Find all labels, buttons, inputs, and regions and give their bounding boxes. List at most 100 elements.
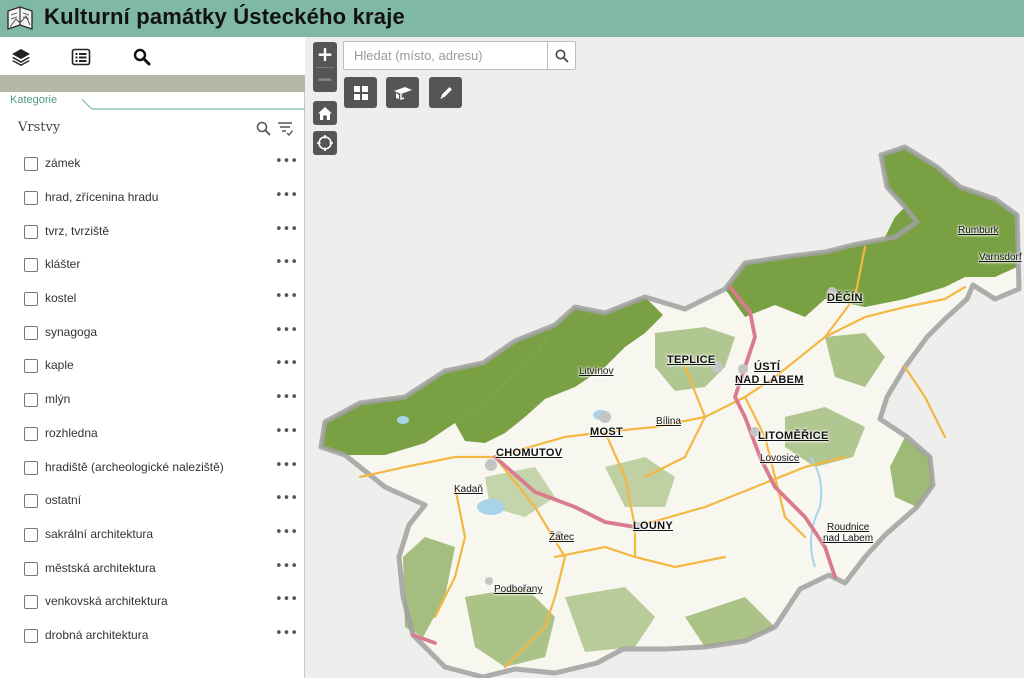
layer-checkbox[interactable] (24, 461, 38, 475)
zoom-in-button[interactable]: + (313, 42, 337, 67)
layer-checkbox[interactable] (24, 393, 38, 407)
tab-kategorie[interactable]: Kategorie (0, 92, 82, 110)
layer-checkbox[interactable] (24, 225, 38, 239)
layer-label: tvrz, tvrziště (45, 224, 110, 238)
layer-checkbox[interactable] (24, 528, 38, 542)
place-label[interactable]: Varnsdorf (979, 252, 1022, 263)
book-map-logo-icon (7, 6, 33, 30)
search-icon[interactable] (130, 45, 154, 69)
app-title: Kulturní památky Ústeckého kraje (44, 4, 405, 29)
sidebar-panel: Kategorie Vrstvy zámek ••• hrad, zřícenin… (0, 37, 305, 678)
map-search-box (343, 41, 576, 70)
layer-item[interactable]: hradiště (archeologické naleziště) ••• (0, 450, 305, 484)
layer-item[interactable]: drobná architektura ••• (0, 618, 305, 652)
layer-label: zámek (45, 156, 81, 170)
layer-checkbox[interactable] (24, 326, 38, 340)
legend-list-icon[interactable] (69, 45, 93, 69)
place-label[interactable]: MOST (590, 426, 623, 438)
place-label[interactable]: LOUNY (633, 520, 673, 532)
place-label[interactable]: TEPLICE (667, 354, 716, 366)
place-label[interactable]: Litvínov (579, 366, 613, 377)
place-label[interactable]: NAD LABEM (735, 374, 804, 386)
layer-options-button[interactable]: ••• (275, 559, 298, 574)
layer-checkbox[interactable] (24, 562, 38, 576)
layer-options-button[interactable]: ••• (275, 289, 298, 304)
place-label[interactable]: Roudnice (827, 522, 869, 533)
layer-options-button[interactable]: ••• (275, 390, 298, 405)
layer-filter-icon[interactable] (277, 120, 293, 136)
map-view[interactable]: Rumburk Varnsdorf DĚČÍN TEPLICE ÚSTÍ NAD… (305, 37, 1024, 678)
layer-item[interactable]: sakrální architektura ••• (0, 517, 305, 551)
place-label[interactable]: Rumburk (958, 225, 999, 236)
search-icon (555, 49, 569, 63)
layer-label: ostatní (45, 493, 82, 507)
place-label[interactable]: nad Labem (823, 533, 873, 544)
layer-options-button[interactable]: ••• (275, 356, 298, 371)
layer-checkbox[interactable] (24, 595, 38, 609)
layer-checkbox[interactable] (24, 258, 38, 272)
place-label[interactable]: Kadaň (454, 484, 483, 495)
zoom-out-button[interactable]: − (313, 67, 337, 92)
layer-item[interactable]: zámek ••• (0, 146, 305, 180)
layer-options-button[interactable]: ••• (275, 458, 298, 473)
layer-label: drobná architektura (45, 628, 149, 642)
layer-item[interactable]: klášter ••• (0, 247, 305, 281)
layer-options-button[interactable]: ••• (275, 592, 298, 607)
layer-label: venkovská architektura (45, 594, 168, 608)
layer-item[interactable]: kostel ••• (0, 281, 305, 315)
place-label[interactable]: Podbořany (494, 584, 542, 595)
layer-item[interactable]: synagoga ••• (0, 315, 305, 349)
layer-options-button[interactable]: ••• (275, 525, 298, 540)
layers-icon[interactable] (9, 45, 33, 69)
layer-checkbox[interactable] (24, 359, 38, 373)
layer-item[interactable]: venkovská architektura ••• (0, 584, 305, 618)
app-root: Kulturní památky Ústeckého kraje Kategor… (0, 0, 1024, 678)
layer-label: mlýn (45, 392, 71, 406)
layer-search-icon[interactable] (256, 121, 271, 136)
layer-checkbox[interactable] (24, 292, 38, 306)
locate-icon[interactable] (313, 131, 337, 155)
place-label[interactable]: Lovosice (760, 453, 799, 464)
layer-label: hradiště (archeologické naleziště) (45, 460, 224, 474)
basemap-gallery-icon[interactable] (344, 77, 377, 108)
layer-item[interactable]: tvrz, tvrziště ••• (0, 214, 305, 248)
layer-item[interactable]: městská architektura ••• (0, 551, 305, 585)
layer-options-button[interactable]: ••• (275, 188, 298, 203)
layer-item[interactable]: rozhledna ••• (0, 416, 305, 450)
place-label[interactable]: LITOMĚŘICE (758, 430, 829, 442)
place-label[interactable]: ÚSTÍ (754, 361, 780, 373)
layer-checkbox[interactable] (24, 629, 38, 643)
layer-item[interactable]: mlýn ••• (0, 382, 305, 416)
layer-item[interactable]: kaple ••• (0, 348, 305, 382)
place-label[interactable]: DĚČÍN (827, 292, 863, 304)
draw-pencil-icon[interactable] (429, 77, 462, 108)
layer-checkbox[interactable] (24, 494, 38, 508)
layer-label: městská architektura (45, 561, 156, 575)
layer-options-button[interactable]: ••• (275, 255, 298, 270)
layer-label: kostel (45, 291, 77, 305)
layer-options-button[interactable]: ••• (275, 154, 298, 169)
layer-options-button[interactable]: ••• (275, 424, 298, 439)
place-label[interactable]: Bílina (656, 416, 681, 427)
map-search-button[interactable] (547, 42, 575, 69)
category-tab-row: Kategorie (0, 92, 305, 110)
layer-item[interactable]: ostatní ••• (0, 483, 305, 517)
measure-icon[interactable] (386, 77, 419, 108)
layer-checkbox[interactable] (24, 157, 38, 171)
layer-checkbox[interactable] (24, 427, 38, 441)
layer-label: synagoga (45, 325, 98, 339)
home-icon[interactable] (313, 101, 337, 125)
layer-label: hrad, zřícenina hradu (45, 190, 159, 204)
map-search-input[interactable] (344, 42, 547, 69)
layers-heading: Vrstvy (18, 120, 61, 135)
zoom-control: + − (313, 42, 337, 92)
place-label[interactable]: CHOMUTOV (496, 447, 562, 459)
place-label[interactable]: Žatec (549, 532, 574, 543)
layer-options-button[interactable]: ••• (275, 626, 298, 641)
layer-options-button[interactable]: ••• (275, 323, 298, 338)
layer-item[interactable]: hrad, zřícenina hradu ••• (0, 180, 305, 214)
layer-options-button[interactable]: ••• (275, 491, 298, 506)
layer-options-button[interactable]: ••• (275, 222, 298, 237)
region-map (318, 144, 1022, 678)
layer-checkbox[interactable] (24, 191, 38, 205)
